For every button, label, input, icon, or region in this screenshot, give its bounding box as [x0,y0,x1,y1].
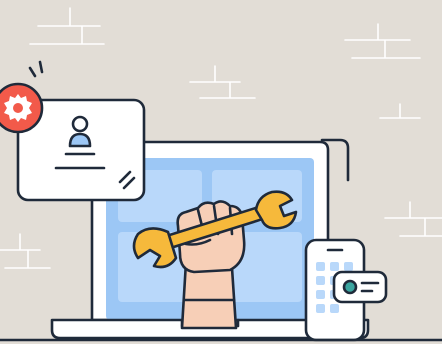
maintenance-illustration [0,7,442,342]
gear-icon [0,82,44,134]
toggle-icon [332,270,388,304]
spark-lines [28,60,44,78]
